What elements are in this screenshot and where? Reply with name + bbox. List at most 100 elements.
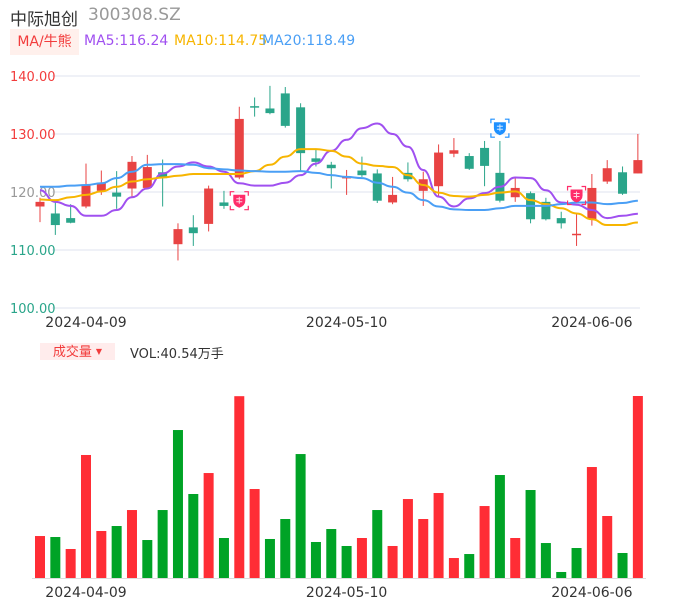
candle-down (556, 211, 566, 229)
candle-body (556, 218, 566, 224)
price-axis-labels: 140.00130.00120.00110.00100.00 (10, 70, 56, 317)
candle-down (219, 190, 229, 209)
candle-body (219, 202, 229, 206)
candle-down (541, 197, 551, 221)
volume-date-axis: 2024-04-09 2024-05-10 2024-06-06 (45, 585, 632, 601)
x-tick-label: 2024-05-10 (306, 585, 387, 601)
candle-up (572, 213, 582, 246)
volume-bar (556, 571, 567, 578)
volume-bar (617, 552, 628, 578)
volume-bar (479, 506, 490, 578)
candle-body (66, 218, 76, 223)
volume-bar (464, 554, 475, 578)
candle-up (449, 138, 459, 158)
candle-up (342, 169, 352, 195)
y-tick-label: 110.00 (10, 244, 56, 259)
volume-bar (632, 396, 643, 578)
candle-down (357, 156, 367, 177)
candle-up (633, 134, 643, 174)
volume-bar (402, 499, 413, 578)
candle-body (434, 152, 444, 187)
candle-body (449, 150, 459, 154)
candle-down (618, 166, 628, 195)
y-tick-label: 130.00 (10, 128, 56, 143)
candle-down (265, 85, 275, 115)
candle-body (35, 201, 45, 207)
volume-bar (372, 510, 383, 578)
volume-bar (295, 454, 306, 578)
volume-bar (35, 536, 45, 578)
volume-bar (218, 537, 229, 578)
candle-body (280, 93, 290, 126)
volume-bar (142, 540, 153, 578)
volume-bar (96, 530, 107, 578)
price-date-axis: 2024-04-09 2024-05-10 2024-06-06 (45, 315, 632, 331)
volume-bar (525, 490, 536, 578)
volume-bar (172, 430, 183, 578)
volume-bar (510, 537, 521, 578)
volume-bar (586, 467, 597, 578)
candle-body (464, 156, 474, 169)
candle-body (142, 167, 152, 188)
candle-up (173, 223, 183, 261)
candle-down (526, 191, 536, 224)
volume-bar (111, 526, 122, 578)
candle-down (296, 103, 306, 172)
volume-bar (280, 519, 291, 578)
candle-body (234, 118, 244, 178)
candle-down (280, 87, 290, 128)
candle-body (480, 147, 490, 166)
volume-bar (387, 545, 398, 578)
volume-bar (310, 541, 321, 578)
stock-chart[interactable]: 140.00130.00120.00110.00100.00 2024-04-0… (0, 0, 686, 606)
volume-bar (80, 454, 91, 578)
volume-bar (540, 543, 551, 578)
volume-bar (65, 548, 76, 578)
candle-body (112, 192, 122, 197)
y-tick-label: 140.00 (10, 70, 56, 85)
volume-bar (356, 537, 367, 578)
candle-down (188, 215, 198, 246)
candle-up (142, 154, 152, 189)
bull-marker-icon (229, 191, 249, 211)
candle-body (572, 233, 582, 236)
volume-bar (494, 475, 505, 578)
volume-bar (249, 489, 260, 578)
candle-down (50, 201, 60, 235)
volume-bar (448, 558, 459, 578)
candle-up (510, 178, 520, 202)
candle-up (602, 160, 612, 184)
volume-bar (341, 545, 352, 578)
candle-body (250, 106, 260, 108)
candle-body (618, 172, 628, 194)
candle-up (204, 185, 214, 232)
volume-bar (126, 510, 137, 578)
candle-body (127, 161, 137, 189)
volume-bar (418, 519, 429, 578)
candle-down (464, 153, 474, 170)
candle-down (372, 169, 382, 204)
candle-body (204, 188, 214, 224)
candle-body (602, 168, 612, 182)
x-tick-label: 2024-04-09 (45, 315, 126, 331)
candle-up (388, 176, 398, 205)
candle-body (326, 164, 336, 169)
volume-bar (234, 396, 245, 578)
volume-bar (602, 516, 613, 578)
candle-up (434, 144, 444, 197)
volume-bar (326, 529, 337, 578)
volume-bar (571, 548, 582, 578)
candle-body (372, 173, 382, 201)
candle-body (587, 187, 597, 220)
volume-series (32, 396, 646, 579)
x-tick-label: 2024-04-09 (45, 585, 126, 601)
candle-down (158, 159, 168, 207)
candle-body (265, 108, 275, 114)
candle-body (296, 107, 306, 154)
candle-body (388, 194, 398, 203)
candle-down (403, 162, 413, 182)
volume-bar (203, 473, 214, 578)
volume-bar (188, 494, 199, 578)
candle-up (234, 106, 244, 180)
candle-up (35, 197, 45, 223)
